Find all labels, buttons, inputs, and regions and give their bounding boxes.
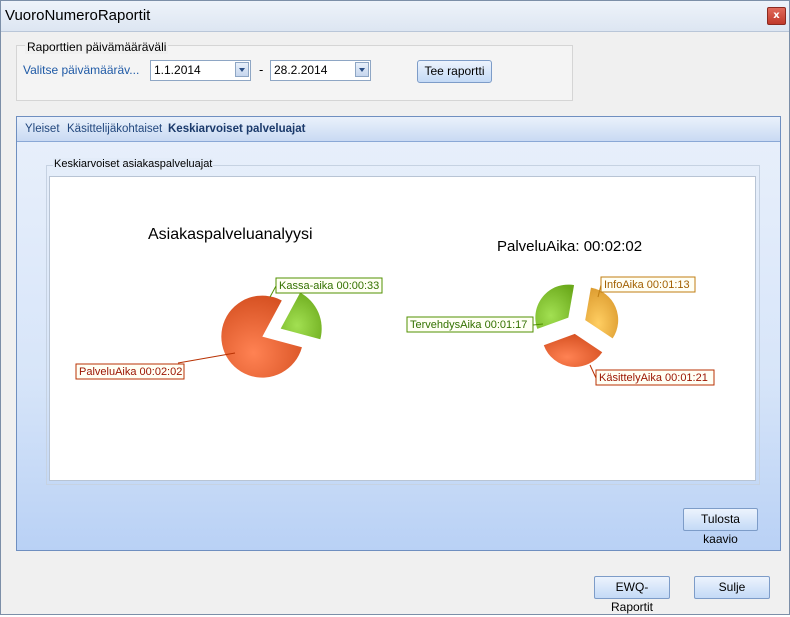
chart-area: Asiakaspalveluanalyysi PalveluAika: 00:0… (49, 176, 756, 481)
ewq-report-button[interactable]: EWQ-Raportit (594, 576, 670, 614)
date-range-label: Valitse päivämääräv... (23, 63, 140, 77)
chart-1-title: Asiakaspalveluanalyysi (148, 226, 313, 243)
chevron-down-icon[interactable] (235, 62, 249, 77)
chart-1-leader-1 (177, 352, 236, 364)
chart-1-data-label-2: Kassa-aika 00:00:33 (279, 280, 379, 292)
chart-1-leader-2 (269, 285, 277, 298)
create-report-button[interactable]: Tee raportti (417, 60, 492, 83)
chart-1-data-label-1: PalveluAika 00:02:02 (79, 366, 182, 378)
chart-1-slice-2 (280, 292, 322, 340)
close-button[interactable]: Sulje (694, 576, 770, 599)
print-chart-button[interactable]: Tulosta kaavio (683, 508, 758, 546)
tab-kasittelijakohtaiset[interactable]: Käsittelijäkohtaiset (67, 123, 162, 135)
date-separator: - (259, 63, 264, 77)
chart-2-slice-2 (543, 333, 603, 367)
chart-2-data-label-3: TervehdysAika 00:01:17 (410, 319, 527, 331)
start-date-value: 1.1.2014 (154, 63, 201, 77)
close-window-button[interactable]: x (767, 7, 786, 25)
chart-2-title: PalveluAika: 00:02:02 (497, 238, 642, 255)
main-window: VuoroNumeroRaportit x Raporttien päivämä… (0, 0, 790, 615)
chevron-down-icon[interactable] (355, 62, 369, 77)
chart-2-data-label-1: InfoAika 00:01:13 (604, 279, 690, 291)
chart-2-slice-1 (585, 287, 619, 339)
end-date-value: 28.2.2014 (274, 63, 328, 77)
date-range-group-title: Raporttien päivämääräväli (25, 40, 169, 54)
chart-1-slice-1 (221, 295, 302, 378)
title-bar: VuoroNumeroRaportit x (1, 1, 789, 32)
chart-2-slice-3 (535, 284, 575, 329)
window-title: VuoroNumeroRaportit (5, 7, 151, 24)
chart-group-title: Keskiarvoiset asiakaspalveluajat (53, 158, 214, 170)
date-range-group: Raporttien päivämääräväli Valitse päiväm… (16, 40, 573, 101)
chart-2-data-label-2: KäsittelyAika 00:01:21 (599, 372, 708, 384)
pie-charts-svg: Asiakaspalveluanalyysi PalveluAika: 00:0… (75, 226, 715, 386)
tab-panel: Yleiset Käsittelijäkohtaiset Keskiarvois… (16, 116, 781, 551)
start-date-picker[interactable]: 1.1.2014 (150, 60, 251, 81)
chart-2-leader-2 (589, 364, 597, 379)
chart-group: Keskiarvoiset asiakaspalveluajat Asiakas… (46, 158, 760, 485)
tab-yleiset[interactable]: Yleiset (25, 123, 60, 135)
tab-strip: Yleiset Käsittelijäkohtaiset Keskiarvois… (17, 117, 780, 142)
tab-keskiarvoiset-palveluajat[interactable]: Keskiarvoiset palveluajat (168, 123, 305, 135)
end-date-picker[interactable]: 28.2.2014 (270, 60, 371, 81)
